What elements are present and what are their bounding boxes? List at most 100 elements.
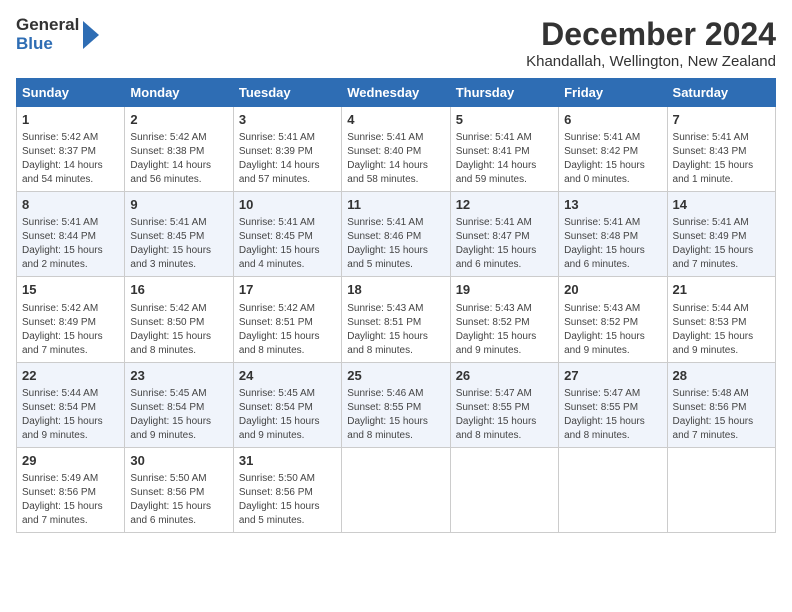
day-detail: Daylight: 15 hours (564, 415, 661, 429)
day-number: 1 (22, 111, 119, 129)
week-row-3: 15Sunrise: 5:42 AMSunset: 8:49 PMDayligh… (17, 277, 776, 362)
day-detail: Sunrise: 5:45 AM (130, 387, 227, 401)
day-detail: and 8 minutes. (347, 429, 444, 443)
day-cell: 18Sunrise: 5:43 AMSunset: 8:51 PMDayligh… (342, 277, 450, 362)
day-cell: 23Sunrise: 5:45 AMSunset: 8:54 PMDayligh… (125, 362, 233, 447)
day-number: 4 (347, 111, 444, 129)
day-number: 6 (564, 111, 661, 129)
day-detail: Daylight: 15 hours (564, 244, 661, 258)
day-cell: 21Sunrise: 5:44 AMSunset: 8:53 PMDayligh… (667, 277, 775, 362)
day-detail: Sunrise: 5:41 AM (456, 216, 553, 230)
day-detail: Sunset: 8:52 PM (564, 316, 661, 330)
day-detail: Sunset: 8:51 PM (239, 316, 336, 330)
day-cell: 2Sunrise: 5:42 AMSunset: 8:38 PMDaylight… (125, 107, 233, 192)
day-cell: 11Sunrise: 5:41 AMSunset: 8:46 PMDayligh… (342, 192, 450, 277)
day-number: 8 (22, 196, 119, 214)
header-cell-tuesday: Tuesday (233, 79, 341, 107)
day-detail: Sunset: 8:38 PM (130, 145, 227, 159)
day-cell: 1Sunrise: 5:42 AMSunset: 8:37 PMDaylight… (17, 107, 125, 192)
day-detail: Daylight: 14 hours (239, 159, 336, 173)
day-detail: Daylight: 14 hours (456, 159, 553, 173)
day-detail: Daylight: 14 hours (347, 159, 444, 173)
day-detail: Sunset: 8:39 PM (239, 145, 336, 159)
main-title: December 2024 (526, 16, 776, 53)
day-detail: Daylight: 15 hours (130, 244, 227, 258)
day-number: 11 (347, 196, 444, 214)
day-detail: Sunrise: 5:42 AM (22, 302, 119, 316)
day-number: 18 (347, 281, 444, 299)
day-detail: Sunrise: 5:41 AM (456, 131, 553, 145)
day-detail: and 8 minutes. (130, 344, 227, 358)
day-detail: Daylight: 15 hours (564, 159, 661, 173)
day-cell: 27Sunrise: 5:47 AMSunset: 8:55 PMDayligh… (559, 362, 667, 447)
day-detail: Sunrise: 5:49 AM (22, 472, 119, 486)
day-number: 20 (564, 281, 661, 299)
day-cell: 12Sunrise: 5:41 AMSunset: 8:47 PMDayligh… (450, 192, 558, 277)
day-detail: Daylight: 15 hours (673, 244, 770, 258)
day-detail: and 58 minutes. (347, 173, 444, 187)
day-detail: Sunrise: 5:47 AM (564, 387, 661, 401)
day-detail: Sunrise: 5:48 AM (673, 387, 770, 401)
header-cell-wednesday: Wednesday (342, 79, 450, 107)
day-cell: 4Sunrise: 5:41 AMSunset: 8:40 PMDaylight… (342, 107, 450, 192)
day-detail: Sunrise: 5:42 AM (22, 131, 119, 145)
day-detail: Sunset: 8:53 PM (673, 316, 770, 330)
day-detail: Daylight: 15 hours (130, 415, 227, 429)
day-detail: and 7 minutes. (673, 258, 770, 272)
header-cell-sunday: Sunday (17, 79, 125, 107)
logo-wordmark: General Blue (16, 16, 79, 53)
day-detail: and 8 minutes. (347, 344, 444, 358)
header-cell-thursday: Thursday (450, 79, 558, 107)
day-detail: and 2 minutes. (22, 258, 119, 272)
day-detail: Sunset: 8:56 PM (22, 486, 119, 500)
day-detail: Sunset: 8:55 PM (347, 401, 444, 415)
day-detail: Sunset: 8:49 PM (22, 316, 119, 330)
day-detail: Daylight: 15 hours (22, 244, 119, 258)
day-cell: 13Sunrise: 5:41 AMSunset: 8:48 PMDayligh… (559, 192, 667, 277)
header-row: SundayMondayTuesdayWednesdayThursdayFrid… (17, 79, 776, 107)
title-area: December 2024 Khandallah, Wellington, Ne… (526, 16, 776, 70)
day-detail: Sunset: 8:41 PM (456, 145, 553, 159)
day-detail: Daylight: 15 hours (130, 330, 227, 344)
day-detail: Sunset: 8:54 PM (22, 401, 119, 415)
day-detail: and 57 minutes. (239, 173, 336, 187)
day-number: 25 (347, 367, 444, 385)
day-detail: Sunset: 8:52 PM (456, 316, 553, 330)
day-number: 10 (239, 196, 336, 214)
day-detail: Sunrise: 5:50 AM (239, 472, 336, 486)
day-detail: Sunset: 8:48 PM (564, 230, 661, 244)
day-number: 19 (456, 281, 553, 299)
day-detail: Daylight: 15 hours (673, 330, 770, 344)
calendar-table: SundayMondayTuesdayWednesdayThursdayFrid… (16, 78, 776, 533)
day-detail: Sunrise: 5:42 AM (130, 302, 227, 316)
day-detail: Sunrise: 5:42 AM (130, 131, 227, 145)
day-detail: Daylight: 15 hours (239, 500, 336, 514)
day-detail: Sunrise: 5:42 AM (239, 302, 336, 316)
day-detail: and 7 minutes. (673, 429, 770, 443)
day-number: 2 (130, 111, 227, 129)
day-detail: and 9 minutes. (239, 429, 336, 443)
day-detail: Daylight: 15 hours (347, 415, 444, 429)
day-detail: and 6 minutes. (130, 514, 227, 528)
day-detail: Sunset: 8:45 PM (239, 230, 336, 244)
day-cell: 25Sunrise: 5:46 AMSunset: 8:55 PMDayligh… (342, 362, 450, 447)
day-detail: Sunset: 8:47 PM (456, 230, 553, 244)
day-detail: Sunset: 8:56 PM (239, 486, 336, 500)
day-cell: 9Sunrise: 5:41 AMSunset: 8:45 PMDaylight… (125, 192, 233, 277)
day-detail: Daylight: 15 hours (456, 415, 553, 429)
day-detail: Sunrise: 5:41 AM (347, 216, 444, 230)
day-detail: Sunrise: 5:44 AM (673, 302, 770, 316)
day-cell: 22Sunrise: 5:44 AMSunset: 8:54 PMDayligh… (17, 362, 125, 447)
subtitle: Khandallah, Wellington, New Zealand (526, 53, 776, 70)
day-detail: Sunrise: 5:50 AM (130, 472, 227, 486)
week-row-2: 8Sunrise: 5:41 AMSunset: 8:44 PMDaylight… (17, 192, 776, 277)
day-detail: Daylight: 15 hours (347, 244, 444, 258)
day-cell: 6Sunrise: 5:41 AMSunset: 8:42 PMDaylight… (559, 107, 667, 192)
day-cell: 3Sunrise: 5:41 AMSunset: 8:39 PMDaylight… (233, 107, 341, 192)
day-number: 13 (564, 196, 661, 214)
day-detail: Sunrise: 5:47 AM (456, 387, 553, 401)
day-number: 22 (22, 367, 119, 385)
day-number: 17 (239, 281, 336, 299)
day-cell: 30Sunrise: 5:50 AMSunset: 8:56 PMDayligh… (125, 447, 233, 532)
day-detail: and 9 minutes. (564, 344, 661, 358)
